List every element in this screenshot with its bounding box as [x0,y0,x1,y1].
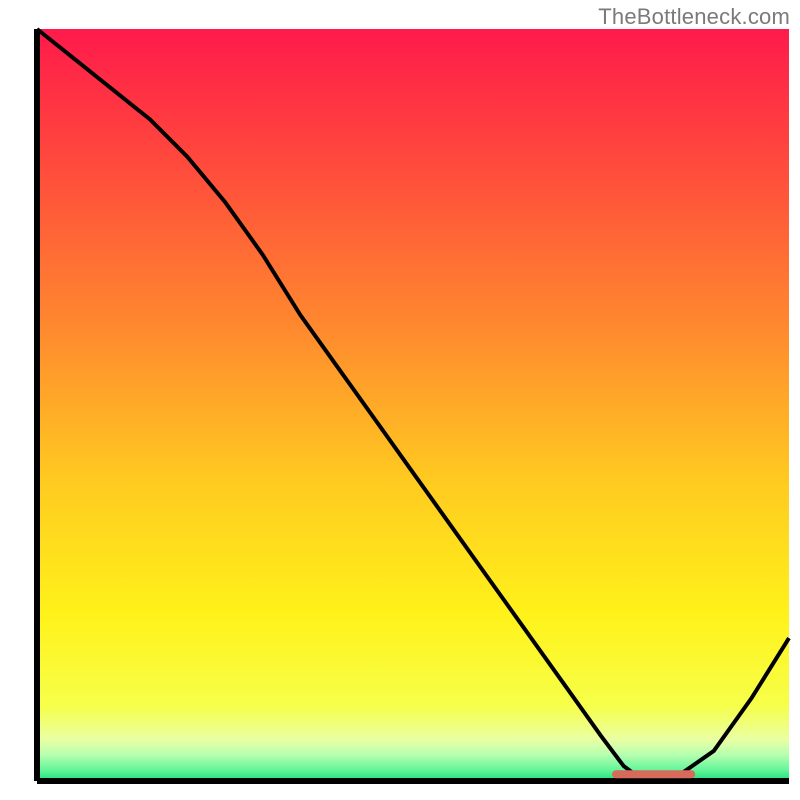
chart-svg [0,0,800,800]
watermark-text: TheBottleneck.com [598,4,790,30]
plot-gradient-bg [37,29,789,781]
